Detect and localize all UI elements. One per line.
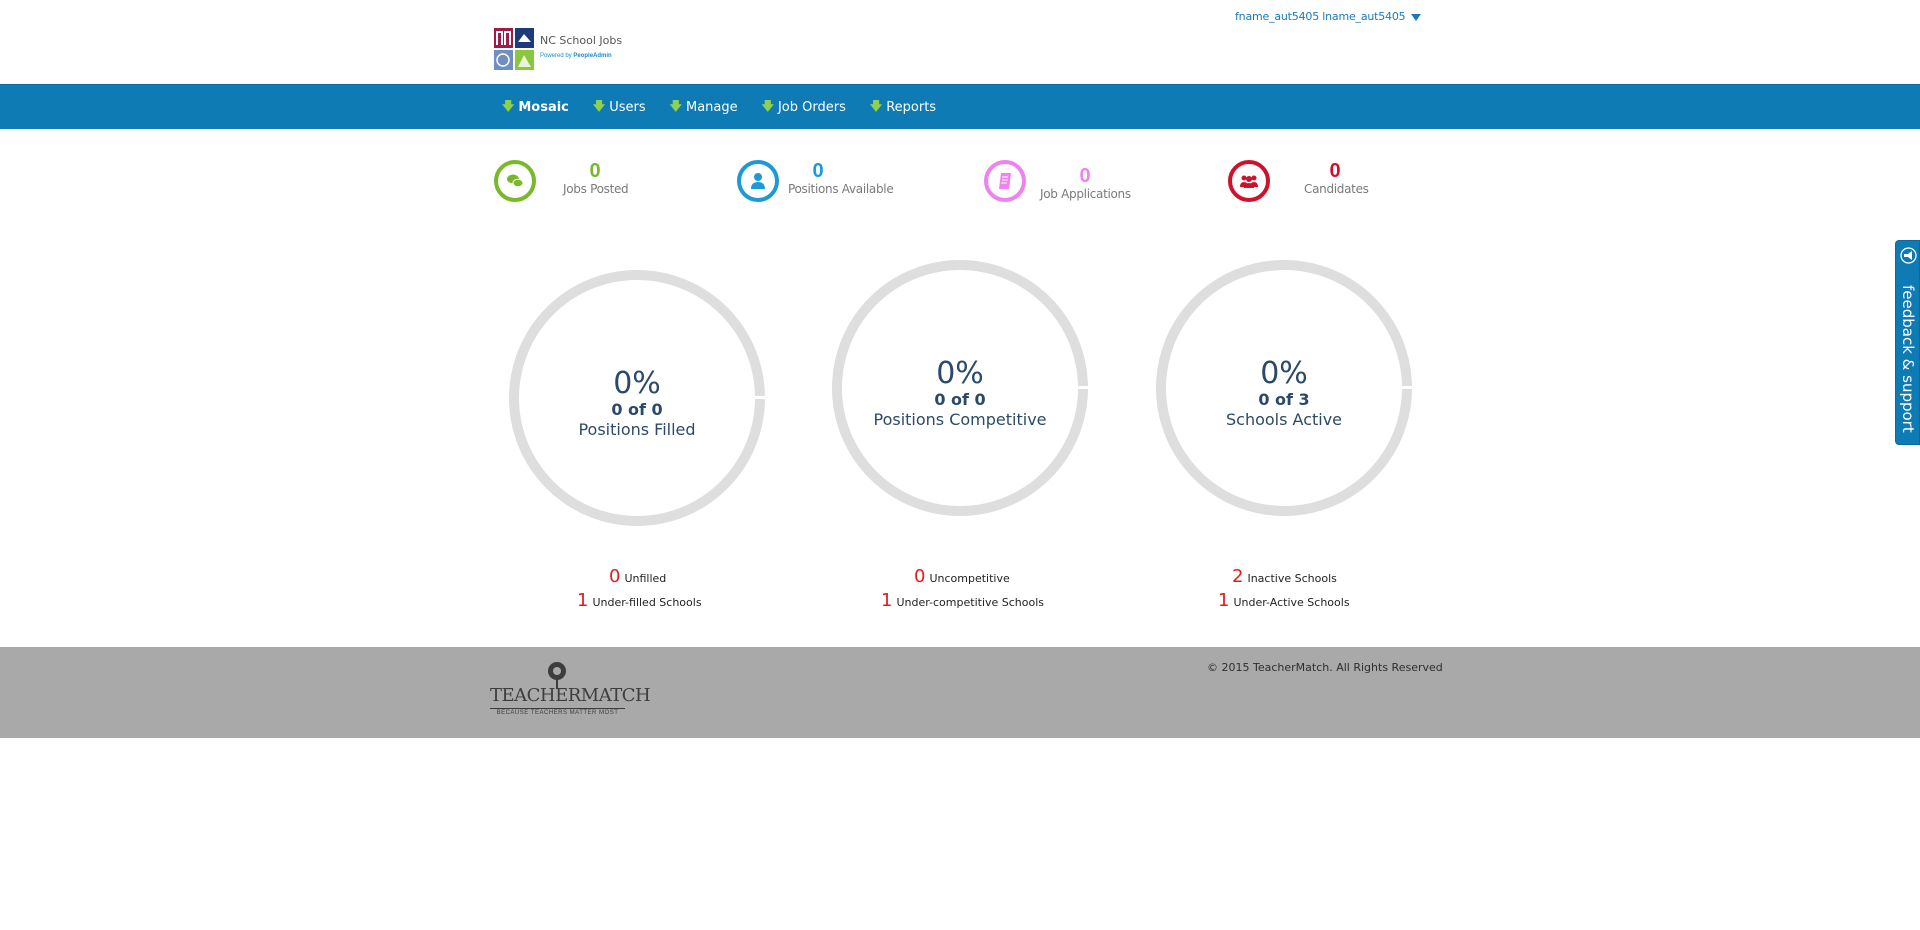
stat-label: Job Applications (1040, 187, 1131, 201)
substat-under-competitive-schools: 1 Under-competitive Schools (881, 590, 1044, 611)
stat-icon-circle (737, 160, 779, 202)
megaphone-icon (1900, 247, 1917, 264)
substat-label: Under-filled Schools (592, 596, 702, 609)
donut-label: Positions Filled (578, 420, 696, 439)
nav-item-job-orders[interactable]: 🡇 Job Orders (762, 97, 846, 118)
footer-tagline: BECAUSE TEACHERS MATTER MOST (490, 708, 625, 716)
nc-school-jobs-logo[interactable]: NC School Jobs Powered by PeopleAdmin (494, 28, 624, 70)
substat-number: 1 (881, 590, 893, 611)
donut-positions-filled: 0% 0 of 0 Positions Filled (509, 270, 769, 526)
donut-percent: 0% (1260, 356, 1308, 391)
substat-label: Inactive Schools (1247, 572, 1337, 585)
donut-positions-competitive: 0% 0 of 0 Positions Competitive (832, 260, 1092, 516)
donut-count: 0 of 0 (934, 390, 986, 409)
logo-title: NC School Jobs (540, 34, 623, 47)
arrow-down-icon: 🡇 (761, 99, 774, 113)
substat-number: 0 (914, 566, 926, 587)
nav-item-label[interactable]: Mosaic (518, 100, 569, 115)
stat-value: 0 (589, 160, 601, 182)
caret-down-icon[interactable] (1411, 13, 1422, 21)
logo-powered-by: Powered by PeopleAdmin (540, 53, 612, 59)
copyright: © 2015 TeacherMatch. All Rights Reserved (1207, 661, 1443, 674)
substat-number: 1 (1218, 590, 1230, 611)
donut-schools-active: 0% 0 of 3 Schools Active (1156, 260, 1416, 516)
stat-value: 0 (812, 160, 824, 182)
substat-number: 1 (577, 590, 589, 611)
logo-brand: PeopleAdmin (573, 53, 612, 59)
substat-under-active-schools: 1 Under-Active Schools (1218, 590, 1350, 611)
arrow-down-icon: 🡇 (869, 99, 883, 113)
nav-item-users[interactable]: 🡇 Users (593, 97, 646, 118)
stat-value: 0 (1329, 160, 1341, 182)
nav-item-manage[interactable]: 🡇 Manage (670, 97, 738, 118)
donut-label: Schools Active (1225, 410, 1343, 429)
header: NC School Jobs Powered by PeopleAdmin fn… (0, 0, 1920, 84)
nav-item-reports[interactable]: 🡇 Reports (870, 97, 936, 118)
document-icon (999, 173, 1011, 189)
school-jobs-logo-icon (494, 28, 534, 70)
stat-icon-circle (984, 160, 1026, 202)
arrow-down-icon: 🡇 (669, 99, 682, 113)
nav-item-label[interactable]: Reports (886, 100, 936, 115)
user-menu[interactable]: fname_aut5405 lname_aut5405 (1235, 10, 1422, 23)
user-name[interactable]: fname_aut5405 lname_aut5405 (1235, 10, 1406, 23)
footer-brand: TEACHERMATCH (490, 685, 651, 706)
donut-label: Positions Competitive (873, 410, 1047, 429)
nav-item-label[interactable]: Job Orders (778, 100, 846, 115)
main-nav: 🡇 Mosaic 🡇 Users 🡇 Manage 🡇 Job Orders 🡇 Repo… (0, 84, 1920, 129)
nav-item-label[interactable]: Manage (686, 100, 738, 115)
donut-count: 0 of 3 (1258, 390, 1310, 409)
substat-label: Uncompetitive (929, 572, 1010, 585)
stat-icon-circle (1228, 160, 1270, 202)
stat-label: Candidates (1304, 182, 1369, 196)
nav-item-mosaic[interactable]: 🡇 Mosaic (502, 97, 569, 118)
feedback-label[interactable]: feedback & support (1899, 285, 1917, 433)
footer: TEACHERMATCH BECAUSE TEACHERS MATTER MOS… (0, 647, 1920, 738)
arrow-down-icon: 🡇 (502, 99, 515, 113)
feedback-support-tab[interactable]: feedback & support (1895, 240, 1920, 445)
substat-unfilled: 0 Unfilled (609, 566, 666, 587)
donut-percent: 0% (613, 366, 661, 401)
teachermatch-logo[interactable]: TEACHERMATCH BECAUSE TEACHERS MATTER MOS… (490, 661, 651, 721)
group-icon (1240, 175, 1258, 188)
stat-icon-circle (494, 160, 536, 202)
substat-uncompetitive: 0 Uncompetitive (914, 566, 1010, 587)
substat-under-filled-schools: 1 Under-filled Schools (577, 590, 702, 611)
person-icon (751, 173, 765, 189)
chat-bubbles-icon (507, 174, 524, 188)
substat-label: Unfilled (624, 572, 667, 585)
nav-item-label[interactable]: Users (609, 100, 645, 115)
stat-value: 0 (1079, 165, 1091, 187)
stat-label: Positions Available (788, 182, 894, 196)
substat-label: Under-Active Schools (1233, 596, 1350, 609)
logo-powered-label: Powered by (540, 53, 572, 59)
stat-label: Jobs Posted (563, 182, 629, 196)
substat-number: 0 (609, 566, 621, 587)
substat-label: Under-competitive Schools (896, 596, 1045, 609)
nav-items: 🡇 Mosaic 🡇 Users 🡇 Manage 🡇 Job Orders 🡇 Repo… (502, 85, 960, 130)
donut-count: 0 of 0 (611, 400, 663, 419)
arrow-down-icon: 🡇 (592, 99, 606, 113)
substat-number: 2 (1232, 566, 1244, 587)
donut-percent: 0% (936, 356, 984, 391)
substat-inactive-schools: 2 Inactive Schools (1232, 566, 1337, 587)
